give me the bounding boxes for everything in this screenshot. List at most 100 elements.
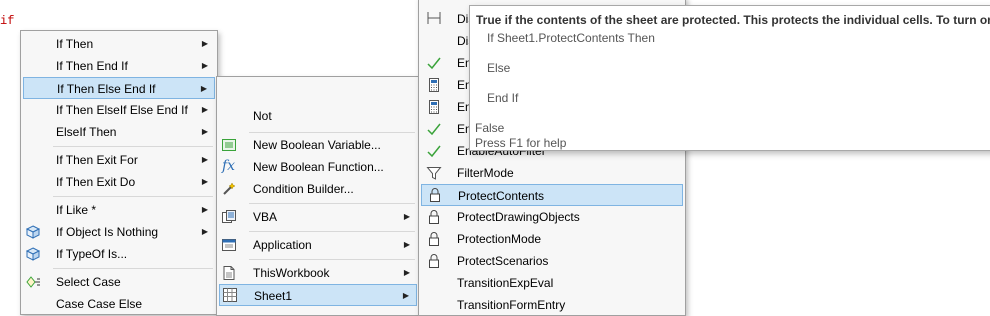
- menu-item-label: Sheet1: [254, 289, 293, 303]
- menu-separator: [53, 146, 213, 147]
- menu-item-vba[interactable]: VBA ▶: [217, 206, 419, 228]
- menu-item-label: If Then: [56, 37, 94, 51]
- menu-item-label: ProtectionMode: [457, 232, 542, 246]
- menu-item-protectscenarios[interactable]: ProtectScenarios: [419, 250, 685, 272]
- menu-item-if-then-exit-for[interactable]: If Then Exit For ▶: [21, 149, 217, 171]
- if-snippets-menu: If Then ▶ If Then End If ▶ If Then Else En…: [20, 30, 218, 315]
- menu-item-if-then-elseif[interactable]: If Then ElseIf Else End If ▶: [21, 99, 217, 121]
- menu-item-protectcontents[interactable]: ProtectContents: [421, 184, 683, 206]
- menu-item-not[interactable]: Not: [217, 105, 419, 127]
- tooltip-description: True if the contents of the sheet are pr…: [476, 13, 990, 27]
- lock-icon: [429, 254, 439, 268]
- menu-item-if-then[interactable]: If Then ▶: [21, 33, 217, 55]
- library-icon: [222, 210, 236, 223]
- checkmark-icon: [427, 57, 441, 70]
- filter-icon: [426, 167, 442, 180]
- workbook-icon: [223, 266, 235, 280]
- chevron-right-icon: ▶: [201, 105, 208, 114]
- chevron-right-icon: ▶: [402, 291, 409, 300]
- menu-item-label: TransitionFormEntry: [457, 298, 566, 312]
- menu-item-if-then-exit-do[interactable]: If Then Exit Do ▶: [21, 171, 217, 193]
- menu-item-label: If Then End If: [56, 59, 128, 73]
- chevron-right-icon: ▶: [200, 84, 207, 93]
- menu-item-protectdrawingobjects[interactable]: ProtectDrawingObjects: [419, 206, 685, 228]
- diamond-branch-icon: [26, 276, 40, 288]
- cube-icon: [25, 225, 41, 239]
- menu-item-thisworkbook[interactable]: ThisWorkbook ▶: [217, 262, 419, 284]
- code-keyword: if: [0, 14, 15, 28]
- checkmark-icon: [427, 145, 441, 158]
- function-icon: fx: [222, 158, 236, 174]
- worksheet-icon: [223, 288, 237, 302]
- checkmark-icon: [427, 123, 441, 136]
- menu-item-protectionmode[interactable]: ProtectionMode: [419, 228, 685, 250]
- menu-separator: [53, 268, 213, 269]
- chevron-right-icon: ▶: [201, 155, 208, 164]
- menu-item-label: If Like *: [56, 203, 97, 217]
- cube-icon: [25, 247, 41, 261]
- menu-item-label: ProtectContents: [458, 189, 545, 203]
- calculator-icon: [429, 100, 439, 114]
- variable-icon: [222, 139, 236, 151]
- menu-item-if-typeof-is[interactable]: If TypeOf Is...: [21, 243, 217, 265]
- tooltip-code-line: End If: [487, 91, 519, 105]
- condition-submenu: Not New Boolean Variable... fx New Boole…: [216, 76, 420, 316]
- menu-item-elseif-then[interactable]: ElseIf Then ▶: [21, 121, 217, 143]
- menu-item-if-then-else-end-if[interactable]: If Then Else End If ▶: [23, 77, 215, 99]
- menu-item-label: If Then ElseIf Else End If: [56, 103, 188, 117]
- chevron-right-icon: ▶: [201, 227, 208, 236]
- menu-item-if-object-is-nothing[interactable]: If Object Is Nothing ▶: [21, 221, 217, 243]
- menu-item-label: VBA: [253, 210, 278, 224]
- application-icon: [222, 239, 236, 251]
- tooltip-code-line: Else: [487, 61, 511, 75]
- wand-icon: [223, 182, 236, 195]
- tooltip-value-type: False: [475, 121, 505, 135]
- chevron-right-icon: ▶: [403, 240, 410, 249]
- chevron-right-icon: ▶: [403, 268, 410, 277]
- menu-item-transitionformentry[interactable]: TransitionFormEntry: [419, 294, 685, 315]
- menu-item-sheet1[interactable]: Sheet1 ▶: [219, 284, 417, 306]
- menu-separator: [249, 132, 415, 133]
- menu-item-label: ProtectDrawingObjects: [457, 210, 580, 224]
- menu-item-if-like[interactable]: If Like * ▶: [21, 199, 217, 221]
- menu-item-condition-builder[interactable]: Condition Builder...: [217, 178, 419, 200]
- menu-separator: [249, 259, 415, 260]
- menu-item-label: If Then Exit Do: [56, 175, 136, 189]
- tooltip-code-line: If Sheet1.ProtectContents Then: [487, 31, 655, 45]
- menu-item-application[interactable]: Application ▶: [217, 234, 419, 256]
- menu-item-label: If Then Exit For: [56, 153, 138, 167]
- lock-icon: [429, 232, 439, 246]
- chevron-right-icon: ▶: [201, 127, 208, 136]
- menu-item-label: If Object Is Nothing: [56, 225, 159, 239]
- menu-separator: [53, 196, 213, 197]
- menu-item-label: Not: [253, 109, 272, 123]
- member-tooltip: True if the contents of the sheet are pr…: [469, 5, 990, 151]
- menu-item-new-boolean-function[interactable]: fx New Boolean Function...: [217, 156, 419, 178]
- tooltip-help-hint: Press F1 for help: [475, 136, 567, 150]
- menu-item-case-case-else[interactable]: Case Case Else: [21, 293, 217, 314]
- menu-item-new-boolean-variable[interactable]: New Boolean Variable...: [217, 134, 419, 156]
- menu-item-label: New Boolean Variable...: [253, 138, 381, 152]
- menu-item-select-case[interactable]: Select Case: [21, 271, 217, 293]
- chevron-right-icon: ▶: [201, 39, 208, 48]
- menu-item-label: TransitionExpEval: [457, 276, 554, 290]
- menu-separator: [249, 203, 415, 204]
- menu-item-label: Select Case: [56, 275, 121, 289]
- chevron-right-icon: ▶: [201, 177, 208, 186]
- chevron-right-icon: ▶: [201, 61, 208, 70]
- lock-icon: [430, 188, 440, 202]
- calculator-icon: [429, 78, 439, 92]
- menu-item-label: ThisWorkbook: [253, 266, 330, 280]
- menu-item-label: ElseIf Then: [56, 125, 117, 139]
- menu-item-label: FilterMode: [457, 166, 514, 180]
- split-icon: [427, 12, 441, 24]
- menu-item-label: If TypeOf Is...: [56, 247, 128, 261]
- menu-item-label: ProtectScenarios: [457, 254, 549, 268]
- menu-item-filtermode[interactable]: FilterMode: [419, 162, 685, 184]
- menu-item-if-then-end-if[interactable]: If Then End If ▶: [21, 55, 217, 77]
- menu-item-label: Application: [253, 238, 312, 252]
- chevron-right-icon: ▶: [201, 205, 208, 214]
- menu-item-label: New Boolean Function...: [253, 160, 384, 174]
- menu-item-transitionexpeval[interactable]: TransitionExpEval: [419, 272, 685, 294]
- menu-separator: [249, 231, 415, 232]
